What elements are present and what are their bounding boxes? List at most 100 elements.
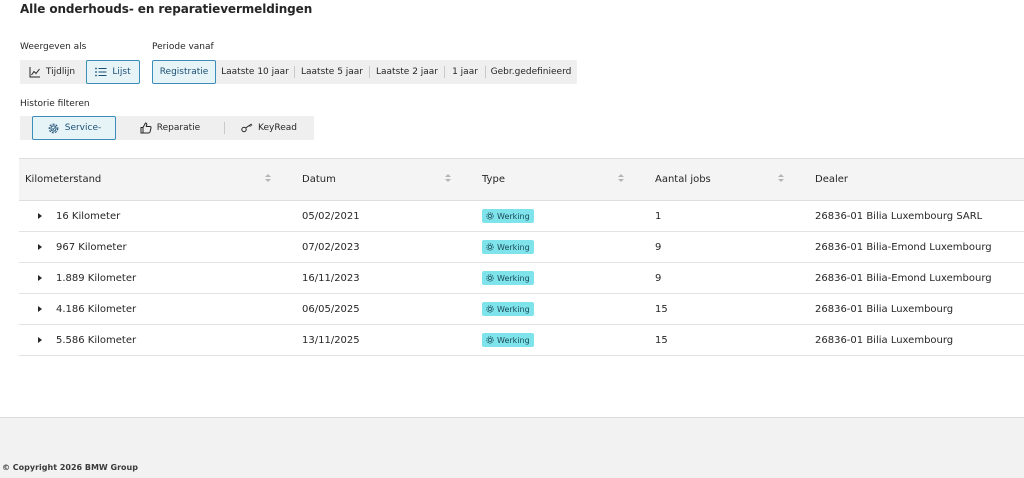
type-value: Werking [497, 273, 530, 283]
sort-icon[interactable] [445, 173, 451, 182]
dealer-value: 26836-01 Bilia Luxembourg [815, 334, 954, 346]
period-10y-button[interactable]: Laatste 10 jaar [216, 60, 294, 84]
dealer-value: 26836-01 Bilia Luxembourg SARL [815, 210, 983, 222]
jobs-cell: 15 [636, 294, 796, 325]
view-list-label: Lijst [112, 67, 131, 77]
dealer-value: 26836-01 Bilia-Emond Luxembourg [815, 272, 992, 284]
thumbs-up-icon [140, 122, 152, 134]
date-value: 06/05/2025 [302, 303, 360, 315]
filter-repair-label: Reparatie [156, 123, 201, 133]
date-cell: 05/02/2021 [283, 201, 463, 232]
type-cell: Werking [463, 232, 636, 263]
period-5y-button[interactable]: Laatste 5 jaar [295, 60, 369, 84]
type-cell: Werking [463, 294, 636, 325]
km-value: 5.586 Kilometer [56, 334, 137, 346]
expand-caret-icon[interactable] [38, 244, 42, 250]
column-label: Kilometerstand [25, 174, 102, 185]
col-type[interactable]: Type [463, 159, 636, 201]
table-body: 16 Kilometer 05/02/2021 Werking 1 26836-… [19, 201, 1024, 356]
table-row[interactable]: 1.889 Kilometer 16/11/2023 Werking 9 268… [19, 263, 1024, 294]
date-value: 05/02/2021 [302, 210, 360, 222]
type-badge: Werking [482, 240, 534, 254]
type-value: Werking [497, 242, 530, 252]
jobs-value: 9 [655, 272, 662, 284]
gear-icon [486, 336, 494, 344]
filter-service-button[interactable]: Service- [32, 116, 116, 140]
sort-icon[interactable] [265, 173, 271, 182]
view-list-button[interactable]: Lijst [86, 60, 140, 84]
jobs-value: 15 [655, 334, 668, 346]
col-kilometerstand[interactable]: Kilometerstand [19, 159, 283, 201]
km-cell: 4.186 Kilometer [19, 294, 283, 325]
dealer-value: 26836-01 Bilia Luxembourg [815, 303, 954, 315]
table-row[interactable]: 4.186 Kilometer 06/05/2025 Werking 15 26… [19, 294, 1024, 325]
jobs-value: 9 [655, 241, 662, 253]
date-cell: 13/11/2025 [283, 325, 463, 356]
gear-icon [486, 212, 494, 220]
key-icon [241, 123, 253, 133]
table-header: Kilometerstand Datum Type Aantal jobs De… [19, 159, 1024, 201]
period-registration-button[interactable]: Registratie [152, 60, 216, 84]
date-value: 07/02/2023 [302, 241, 360, 253]
filter-keyread-button[interactable]: KeyRead [225, 116, 313, 140]
jobs-value: 1 [655, 210, 662, 222]
sort-icon[interactable] [618, 173, 624, 182]
km-cell: 1.889 Kilometer [19, 263, 283, 294]
copyright: © Copyright 2026 BMW Group [2, 463, 138, 472]
period-custom-button[interactable]: Gebr.gedefinieerd [486, 60, 576, 84]
dealer-cell: 26836-01 Bilia Luxembourg SARL [796, 201, 1024, 232]
dealer-cell: 26836-01 Bilia Luxembourg [796, 294, 1024, 325]
gear-icon [486, 243, 494, 251]
dealer-value: 26836-01 Bilia-Emond Luxembourg [815, 241, 992, 253]
main-card: Alle onderhouds- en reparatievermeldinge… [0, 0, 1024, 418]
filter-repair-button[interactable]: Reparatie [116, 116, 224, 140]
table-row[interactable]: 5.586 Kilometer 13/11/2025 Werking 15 26… [19, 325, 1024, 356]
period-label: Periode vanaf [152, 42, 214, 52]
period-2y-button[interactable]: Laatste 2 jaar [370, 60, 444, 84]
dealer-cell: 26836-01 Bilia-Emond Luxembourg [796, 232, 1024, 263]
km-cell: 5.586 Kilometer [19, 325, 283, 356]
jobs-cell: 15 [636, 325, 796, 356]
km-value: 967 Kilometer [56, 241, 127, 253]
period-toggle: Registratie Laatste 10 jaar Laatste 5 ja… [152, 60, 577, 84]
date-value: 16/11/2023 [302, 272, 360, 284]
type-badge: Werking [482, 209, 534, 223]
list-icon [95, 67, 107, 77]
view-timeline-button[interactable]: Tijdlijn [20, 60, 84, 84]
km-cell: 967 Kilometer [19, 232, 283, 263]
km-cell: 16 Kilometer [19, 201, 283, 232]
type-cell: Werking [463, 325, 636, 356]
jobs-value: 15 [655, 303, 668, 315]
expand-caret-icon[interactable] [38, 213, 42, 219]
table-row[interactable]: 16 Kilometer 05/02/2021 Werking 1 26836-… [19, 201, 1024, 232]
expand-caret-icon[interactable] [38, 306, 42, 312]
table-row[interactable]: 967 Kilometer 07/02/2023 Werking 9 26836… [19, 232, 1024, 263]
type-value: Werking [497, 335, 530, 345]
column-label: Aantal jobs [655, 174, 711, 185]
line-chart-icon [29, 66, 41, 78]
date-cell: 16/11/2023 [283, 263, 463, 294]
date-value: 13/11/2025 [302, 334, 360, 346]
type-badge: Werking [482, 302, 534, 316]
type-value: Werking [497, 304, 530, 314]
type-cell: Werking [463, 201, 636, 232]
km-value: 4.186 Kilometer [56, 303, 137, 315]
gear-icon [486, 274, 494, 282]
jobs-cell: 9 [636, 263, 796, 294]
type-badge: Werking [482, 271, 534, 285]
page-title: Alle onderhouds- en reparatievermeldinge… [20, 2, 313, 16]
type-value: Werking [497, 211, 530, 221]
column-label: Type [482, 174, 505, 185]
view-toggle: Tijdlijn Lijst [20, 60, 140, 84]
view-label: Weergeven als [20, 42, 87, 52]
km-value: 1.889 Kilometer [56, 272, 137, 284]
expand-caret-icon[interactable] [38, 337, 42, 343]
sort-icon[interactable] [778, 173, 784, 182]
col-dealer[interactable]: Dealer [796, 159, 1024, 201]
expand-caret-icon[interactable] [38, 275, 42, 281]
period-1y-button[interactable]: 1 jaar [445, 60, 485, 84]
jobs-cell: 9 [636, 232, 796, 263]
col-datum[interactable]: Datum [283, 159, 463, 201]
jobs-cell: 1 [636, 201, 796, 232]
col-aantal-jobs[interactable]: Aantal jobs [636, 159, 796, 201]
